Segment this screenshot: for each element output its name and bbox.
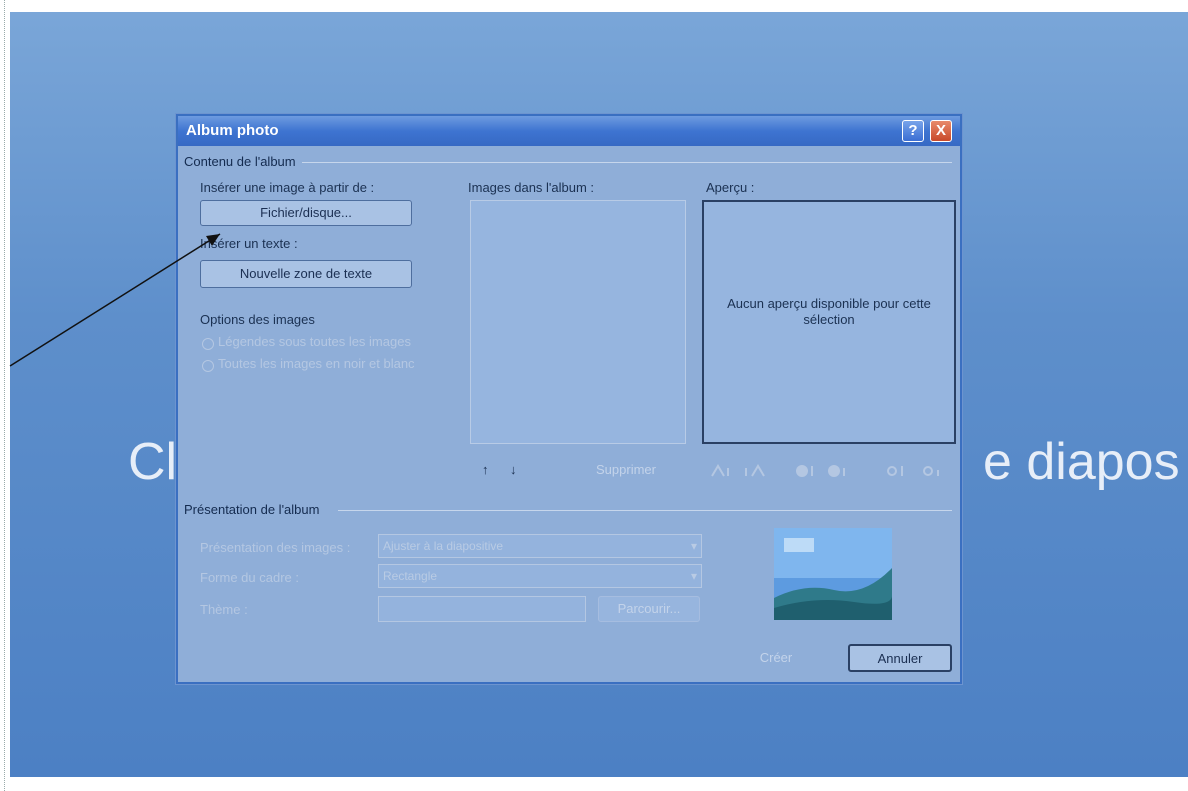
annotation-arrow bbox=[9, 233, 221, 367]
